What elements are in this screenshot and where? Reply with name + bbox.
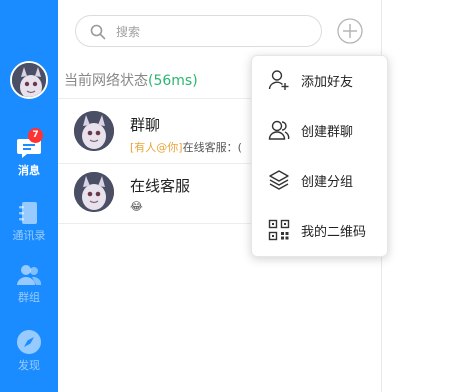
menu-item-add-friend[interactable]: 添加好友: [252, 56, 389, 106]
add-user-icon: [268, 70, 289, 90]
nav-label-groups: 群组: [18, 291, 40, 304]
my-avatar[interactable]: [10, 61, 48, 99]
avatar: [74, 172, 114, 212]
conversation-name: 在线客服: [130, 177, 191, 195]
preview-text: 在线客服：(: [182, 141, 242, 154]
menu-item-my-qr-code[interactable]: 我的二维码: [252, 206, 389, 256]
chat-app: 7 消息 通讯录 群组 发现 搜索 当前网络状态(56ms) 群聊 [有人@你]…: [0, 0, 457, 392]
nav-item-discover[interactable]: 发现: [0, 329, 58, 373]
search-input[interactable]: [116, 22, 306, 42]
menu-item-create-category[interactable]: 创建分组: [252, 156, 389, 206]
unread-badge: 7: [28, 128, 43, 143]
plus-circle-icon: [337, 18, 363, 44]
menu-item-create-group[interactable]: 创建群聊: [252, 106, 389, 156]
menu-label: 添加好友: [301, 75, 354, 90]
network-status-label: 当前网络状态: [64, 73, 148, 89]
mention-tag: [有人@你]: [130, 141, 183, 154]
group-chat-icon: [268, 120, 290, 140]
search-icon: [90, 24, 106, 40]
side-nav: 7 消息 通讯录 群组 发现: [0, 0, 58, 392]
contacts-book-icon: [19, 202, 37, 224]
nav-item-contacts[interactable]: 通讯录: [0, 201, 58, 243]
compass-icon: [17, 330, 41, 354]
nav-item-groups[interactable]: 群组: [0, 263, 58, 305]
network-latency: (56ms): [148, 73, 198, 89]
add-button[interactable]: [337, 18, 363, 44]
avatar: [74, 111, 114, 151]
nav-label-discover: 发现: [18, 359, 40, 372]
nav-label-contacts: 通讯录: [12, 229, 46, 242]
add-menu: 添加好友 创建群聊 创建分组 我的二维码: [251, 55, 388, 257]
conversation-name: 群聊: [130, 116, 161, 134]
nav-item-messages[interactable]: 7 消息: [0, 128, 58, 178]
network-status: 当前网络状态(56ms): [64, 70, 198, 90]
menu-label: 创建分组: [301, 175, 354, 190]
group-users-icon: [17, 265, 42, 285]
menu-label: 我的二维码: [301, 225, 367, 240]
search-box[interactable]: [75, 15, 322, 47]
layers-icon: [269, 170, 289, 190]
nav-label-messages: 消息: [18, 164, 40, 177]
qr-code-icon: [268, 219, 290, 241]
menu-label: 创建群聊: [301, 125, 354, 140]
